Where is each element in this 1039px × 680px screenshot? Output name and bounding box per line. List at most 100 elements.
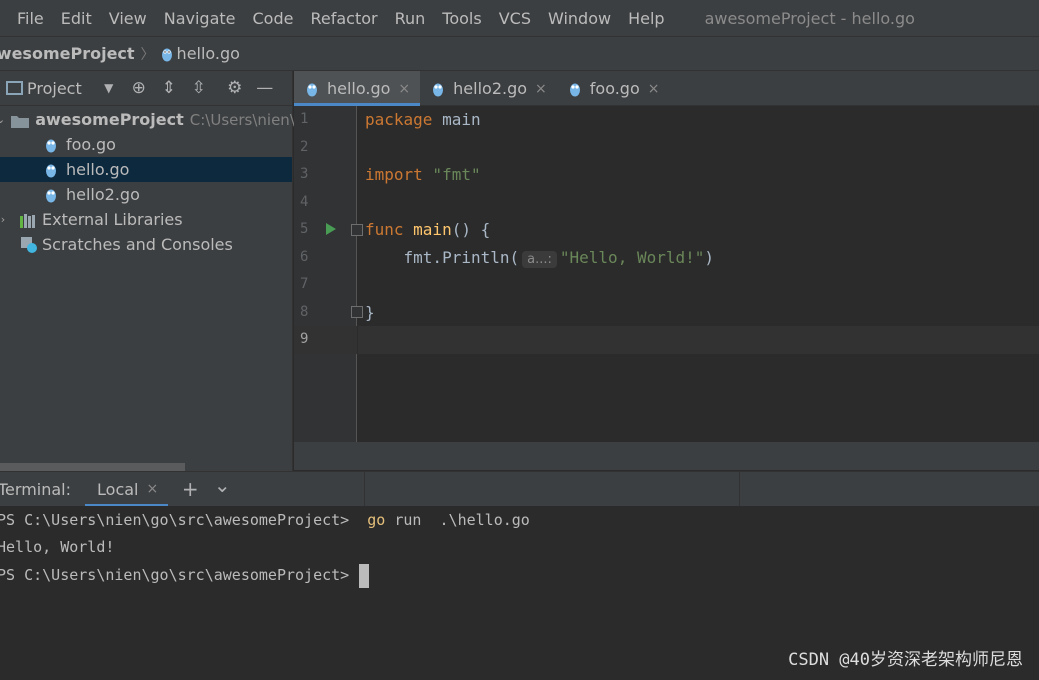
chevron-down-icon[interactable]: ⌄ <box>206 473 238 497</box>
divider <box>364 472 365 507</box>
project-view-label[interactable]: Project <box>27 79 82 98</box>
menu-view[interactable]: View <box>100 9 155 28</box>
menu-vcs[interactable]: VCS <box>490 9 539 28</box>
terminal-line: PS C:\Users\nien\go\src\awesomeProject> … <box>0 507 530 534</box>
code-punct: ( <box>509 248 520 267</box>
tab-hello-go[interactable]: hello.go × <box>294 71 421 106</box>
code-punct: } <box>365 303 375 322</box>
code-keyword: package <box>365 110 433 129</box>
line-number: 1 <box>300 111 309 127</box>
menu-file[interactable]: File <box>0 9 52 28</box>
go-file-icon <box>432 81 444 97</box>
file-label: foo.go <box>66 135 116 154</box>
project-tree: ⌄ awesomeProject C:\Users\nien\go foo.go… <box>0 106 314 257</box>
gear-icon[interactable]: ⚙ <box>220 73 250 103</box>
code-line: import "fmt" <box>365 161 481 188</box>
run-icon[interactable] <box>326 223 336 235</box>
menu-bar: File Edit View Navigate Code Refactor Ru… <box>0 0 1039 36</box>
project-panel: Project ▼ ⊕ ⇕ ⇳ ⚙ — ⌄ awesomeProject C:\… <box>0 71 314 471</box>
tab-hello2-go[interactable]: hello2.go × <box>420 71 557 106</box>
file-label: hello.go <box>66 160 130 179</box>
watermark: CSDN @40岁资深老架构师尼恩 <box>788 650 1023 670</box>
breadcrumb-separator-icon: 〉 <box>140 46 155 63</box>
collapse-all-icon[interactable]: ⇳ <box>184 73 214 103</box>
tree-item-external-libraries[interactable]: › External Libraries <box>0 207 292 232</box>
horizontal-scrollbar[interactable] <box>0 463 185 471</box>
project-view-icon <box>6 81 23 95</box>
editor-tab-bar: hello.go × hello2.go × foo.go × <box>294 71 1039 106</box>
chevron-right-icon[interactable]: › <box>0 213 10 226</box>
locate-icon[interactable]: ⊕ <box>124 73 154 103</box>
close-icon[interactable]: × <box>146 481 158 497</box>
add-terminal-button[interactable]: + <box>174 477 206 501</box>
terminal-line: PS C:\Users\nien\go\src\awesomeProject> <box>0 562 370 589</box>
parameter-hint: a...: <box>522 251 557 268</box>
line-number: 3 <box>300 166 309 182</box>
divider <box>739 472 740 507</box>
line-number: 9 <box>300 331 309 347</box>
close-icon[interactable]: × <box>398 81 410 97</box>
external-libraries-label: External Libraries <box>42 210 183 229</box>
code-editor[interactable]: 1 2 3 4 5 6 7 8 9 package main import "f… <box>294 106 1039 470</box>
code-punct: () { <box>451 220 491 239</box>
terminal-prompt: PS C:\Users\nien\go\src\awesomeProject> <box>0 511 350 529</box>
code-area[interactable]: package main import "fmt" func main() { … <box>358 106 1039 442</box>
tree-item-project-root[interactable]: ⌄ awesomeProject C:\Users\nien\go <box>0 107 314 132</box>
tree-item-file[interactable]: hello2.go <box>0 182 292 207</box>
terminal-cursor <box>359 563 370 588</box>
terminal-line: Hello, World! <box>0 534 114 561</box>
menu-run[interactable]: Run <box>386 9 434 28</box>
hide-panel-icon[interactable]: — <box>250 73 280 103</box>
line-number: 8 <box>300 304 309 320</box>
chevron-down-icon[interactable]: ⌄ <box>0 113 5 126</box>
line-number: 2 <box>300 139 309 155</box>
code-line: fmt.Println(a...: "Hello, World!") <box>365 244 714 271</box>
breadcrumb-project[interactable]: awesomeProject <box>0 44 135 63</box>
breadcrumb-file[interactable]: hello.go <box>177 44 240 63</box>
terminal-header: Terminal: Local × + ⌄ <box>0 471 1039 507</box>
code-punct: ) <box>704 248 715 267</box>
project-toolbar: Project ▼ ⊕ ⇕ ⇳ ⚙ — <box>0 71 292 106</box>
go-file-icon <box>161 46 173 62</box>
tree-item-file-selected[interactable]: hello.go <box>0 157 292 182</box>
terminal-output[interactable]: PS C:\Users\nien\go\src\awesomeProject> … <box>0 506 1039 680</box>
library-icon <box>20 213 38 228</box>
code-line: } <box>365 299 375 326</box>
tab-foo-go[interactable]: foo.go × <box>557 71 670 106</box>
line-number: 4 <box>300 194 309 210</box>
menu-code[interactable]: Code <box>244 9 302 28</box>
window-title: awesomeProject - hello.go <box>704 8 915 28</box>
go-file-icon <box>45 187 57 203</box>
code-string: "Hello, World!" <box>559 248 705 267</box>
close-icon[interactable]: × <box>535 81 547 97</box>
close-icon[interactable]: × <box>648 81 660 97</box>
line-number: 6 <box>300 249 309 265</box>
menu-help[interactable]: Help <box>619 9 672 28</box>
go-file-icon <box>306 81 318 97</box>
code-string: "fmt" <box>422 165 481 184</box>
tree-item-scratches[interactable]: Scratches and Consoles <box>0 232 292 257</box>
go-file-icon <box>45 162 57 178</box>
menu-window[interactable]: Window <box>539 9 619 28</box>
menu-tools[interactable]: Tools <box>433 9 489 28</box>
expand-all-icon[interactable]: ⇕ <box>154 73 184 103</box>
menu-navigate[interactable]: Navigate <box>155 9 244 28</box>
tab-label: hello.go <box>327 79 391 98</box>
menu-refactor[interactable]: Refactor <box>301 9 385 28</box>
code-identifier: main <box>432 110 481 129</box>
code-function-name: main <box>403 220 452 239</box>
terminal-tab-local[interactable]: Local × <box>85 472 169 507</box>
code-identifier: fmt. <box>365 248 443 267</box>
breadcrumb: awesomeProject 〉 hello.go <box>0 36 1039 71</box>
code-keyword: import <box>365 165 423 184</box>
go-file-icon <box>569 81 581 97</box>
chevron-down-icon[interactable]: ▼ <box>94 73 124 103</box>
tree-item-file[interactable]: foo.go <box>0 132 292 157</box>
scratches-label: Scratches and Consoles <box>42 235 233 254</box>
line-number-gutter: 1 2 3 4 5 6 7 8 9 <box>294 106 363 442</box>
code-call: Println <box>442 248 510 267</box>
folder-icon <box>11 113 30 128</box>
menu-edit[interactable]: Edit <box>52 9 100 28</box>
terminal-command: go <box>349 511 386 529</box>
editor-bottom-area <box>294 442 1039 470</box>
